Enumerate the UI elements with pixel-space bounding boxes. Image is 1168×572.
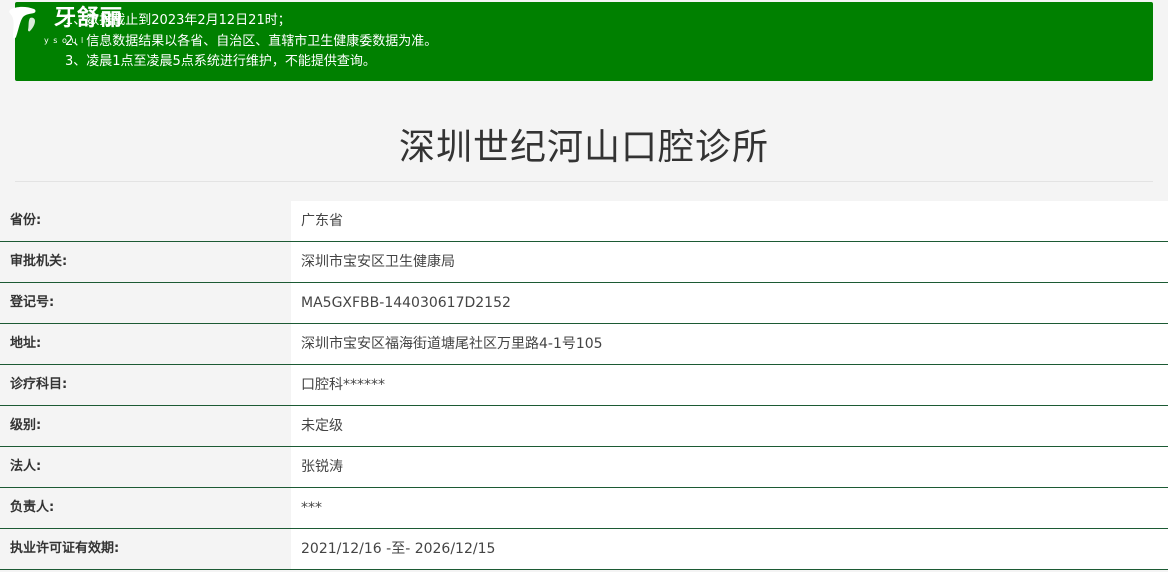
row-value: 2021/12/16 -至- 2026/12/15	[291, 529, 1168, 569]
row-label: 法人:	[0, 447, 291, 487]
table-row-level: 级别: 未定级	[0, 406, 1168, 447]
brand-name: 牙舒丽	[54, 5, 124, 31]
row-label: 级别:	[0, 406, 291, 446]
row-label: 诊疗科目:	[0, 365, 291, 405]
table-row-license-validity: 执业许可证有效期: 2021/12/16 -至- 2026/12/15	[0, 529, 1168, 570]
row-value: 深圳市宝安区卫生健康局	[291, 242, 1168, 282]
brand-tagline: y s o u l i	[44, 36, 92, 45]
row-value: 未定级	[291, 406, 1168, 446]
row-label: 地址:	[0, 324, 291, 364]
row-value: MA5GXFBB-144030617D2152	[291, 283, 1168, 323]
tooth-logo-icon	[9, 6, 36, 39]
row-label: 审批机关:	[0, 242, 291, 282]
row-value: 深圳市宝安区福海街道塘尾社区万里路4-1号105	[291, 324, 1168, 364]
table-row-address: 地址: 深圳市宝安区福海街道塘尾社区万里路4-1号105	[0, 324, 1168, 365]
notice-line-3: 3、凌晨1点至凌晨5点系统进行维护，不能提供查询。	[65, 54, 376, 69]
row-value: 张锐涛	[291, 447, 1168, 487]
table-row-person-in-charge: 负责人: ***	[0, 488, 1168, 529]
table-row-legal-person: 法人: 张锐涛	[0, 447, 1168, 488]
table-row-province: 省份: 广东省	[0, 201, 1168, 242]
table-row-departments: 诊疗科目: 口腔科******	[0, 365, 1168, 406]
row-value: ***	[291, 488, 1168, 528]
clinic-info-table: 省份: 广东省 审批机关: 深圳市宝安区卫生健康局 登记号: MA5GXFBB-…	[0, 201, 1168, 570]
row-label: 执业许可证有效期:	[0, 529, 291, 569]
table-row-registration: 登记号: MA5GXFBB-144030617D2152	[0, 283, 1168, 324]
title-divider	[15, 181, 1153, 182]
row-label: 登记号:	[0, 283, 291, 323]
row-value: 口腔科******	[291, 365, 1168, 405]
notice-banner: 1、数据截止到2023年2月12日21时； 2、信息数据结果以各省、自治区、直辖…	[15, 2, 1153, 81]
page-title: 深圳世纪河山口腔诊所	[398, 127, 769, 168]
row-value: 广东省	[291, 201, 1168, 241]
row-label: 负责人:	[0, 488, 291, 528]
table-row-authority: 审批机关: 深圳市宝安区卫生健康局	[0, 242, 1168, 283]
row-label: 省份:	[0, 201, 291, 241]
